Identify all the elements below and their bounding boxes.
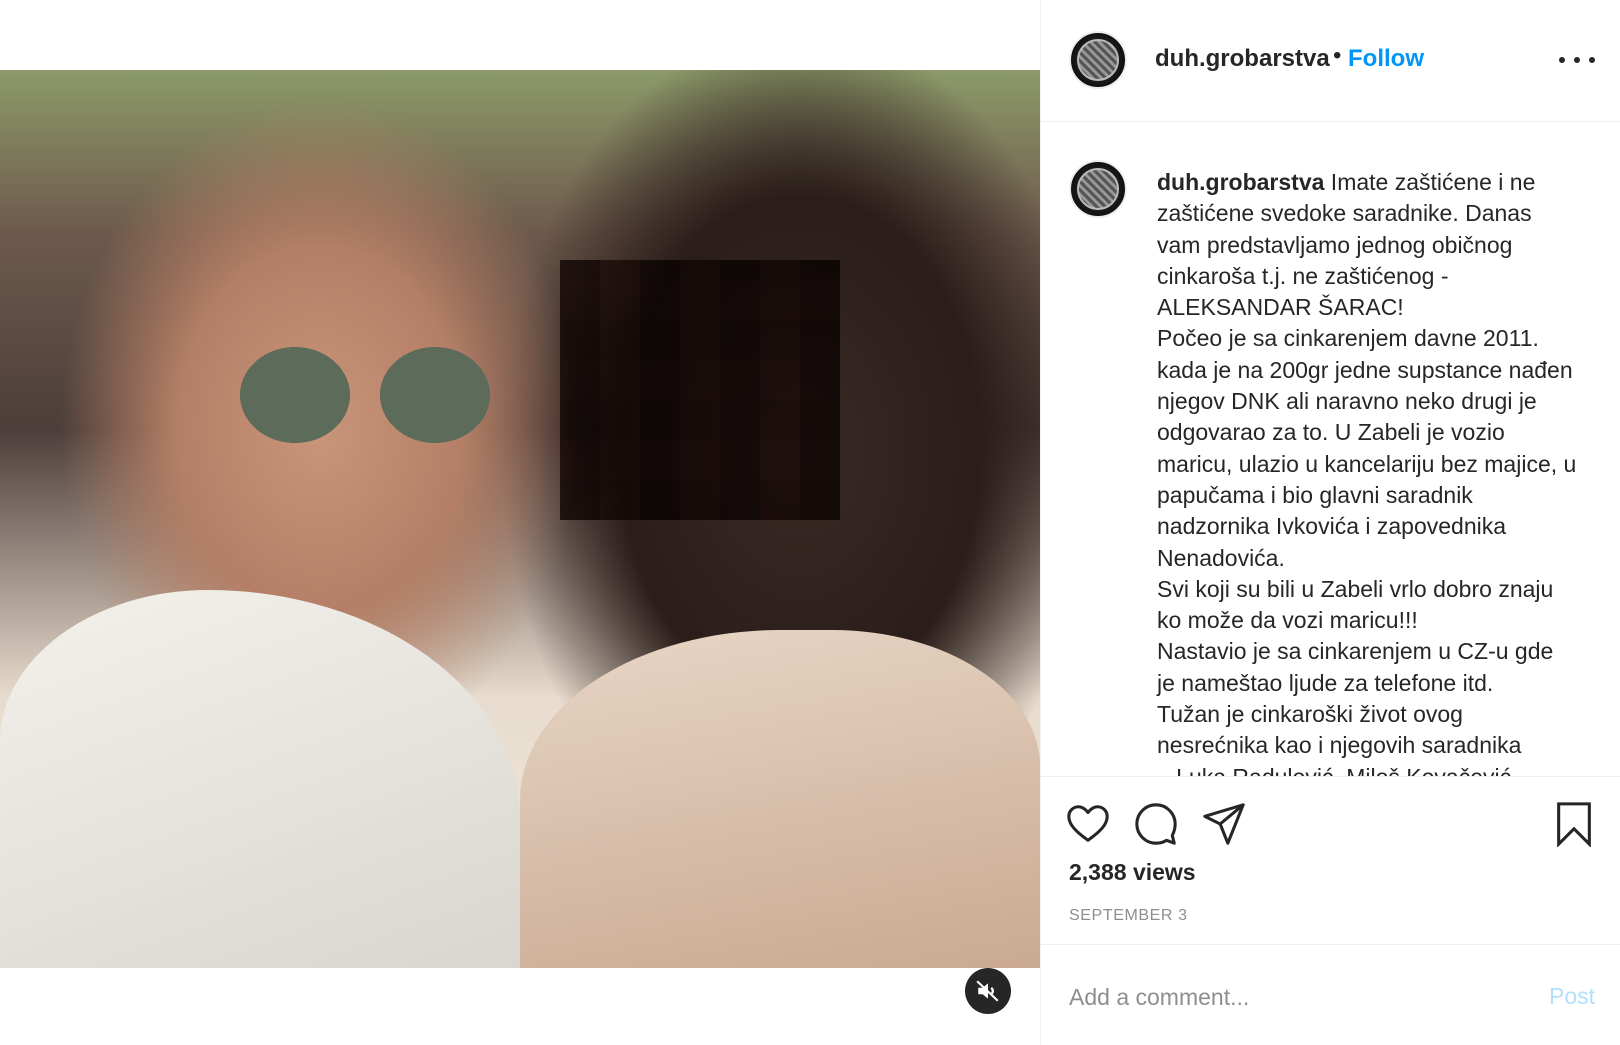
follow-button[interactable]: Follow [1348,45,1424,73]
post-comment-button[interactable]: Post [1549,983,1595,1010]
caption-area[interactable]: duh.grobarstva Imate zaštićene i ne zašt… [1041,122,1620,776]
caption-avatar[interactable] [1069,160,1127,218]
header-username[interactable]: duh.grobarstva [1155,45,1330,73]
more-horizontal-icon[interactable] [1559,52,1595,68]
share-icon[interactable] [1201,801,1247,847]
seal-logo-icon [1077,168,1119,210]
caption: duh.grobarstva Imate zaštićene i ne zašt… [1157,167,1577,776]
photo-sunglasses [230,340,500,450]
speaker-muted-icon [976,980,999,1002]
post-header: duh.grobarstva • Follow [1041,0,1620,122]
comment-icon[interactable] [1133,801,1179,847]
seal-logo-icon [1077,39,1119,81]
post-date[interactable]: SEPTEMBER 3 [1069,907,1188,925]
photo-shirt [0,590,520,968]
post-sidebar: duh.grobarstva • Follow duh.grobarstva I… [1040,0,1620,1045]
pixelated-face [560,260,840,520]
comment-bar: Post [1041,944,1620,1045]
photo-top [520,630,1040,968]
action-bar: 2,388 views SEPTEMBER 3 [1041,776,1620,944]
bookmark-icon[interactable] [1551,801,1597,847]
mute-button[interactable] [965,968,1011,1014]
heart-icon[interactable] [1065,801,1111,847]
avatar[interactable] [1069,31,1127,89]
caption-username[interactable]: duh.grobarstva [1157,169,1324,195]
separator-dot: • [1333,42,1342,69]
view-count[interactable]: 2,388 views [1069,859,1196,886]
comment-input[interactable] [1069,977,1519,1017]
post-photo[interactable] [0,70,1040,968]
media-pane [0,0,1040,1045]
caption-text: Imate zaštićene i ne zaštićene svedoke s… [1157,169,1577,776]
